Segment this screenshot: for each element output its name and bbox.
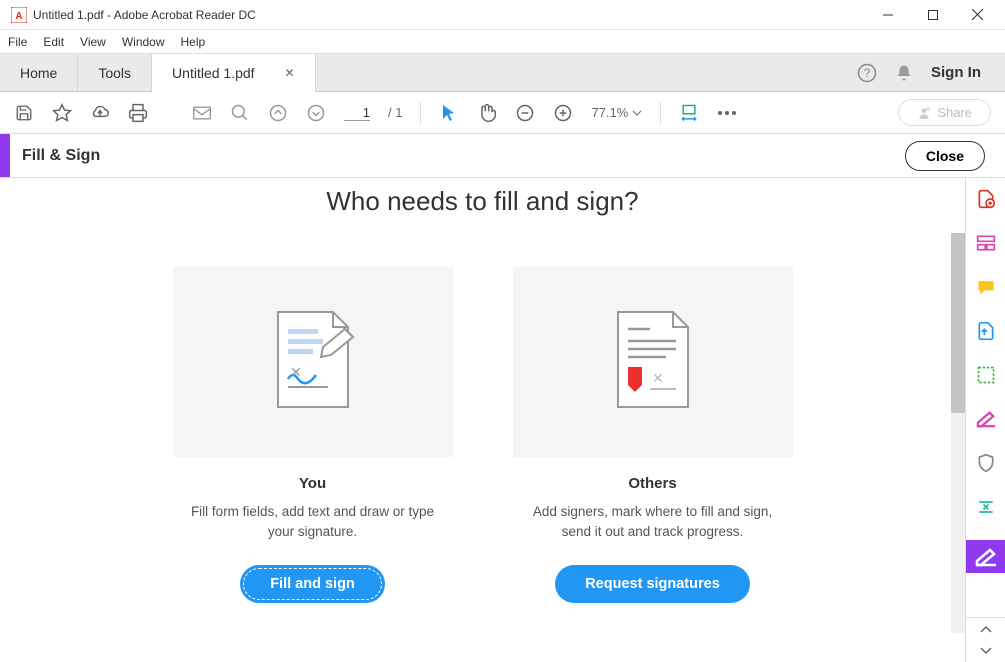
cloud-icon[interactable] [90,103,110,123]
tab-tools-label: Tools [98,65,131,81]
panel-up-icon[interactable] [966,618,1005,640]
request-signatures-button[interactable]: Request signatures [555,565,750,603]
fill-sign-title: Fill & Sign [10,147,905,165]
menu-help[interactable]: Help [181,35,206,49]
tool-organize-icon[interactable] [974,232,998,254]
tool-protect-icon[interactable] [974,452,998,474]
tool-edit-icon[interactable] [974,408,998,430]
minimize-button[interactable] [865,0,910,30]
email-icon[interactable] [192,103,212,123]
maximize-button[interactable] [910,0,955,30]
hand-tool-icon[interactable] [477,103,497,123]
menu-file[interactable]: File [8,35,27,49]
tool-comment-icon[interactable] [974,276,998,298]
tab-tools[interactable]: Tools [78,54,152,91]
tab-document-label: Untitled 1.pdf [172,65,255,81]
vertical-scrollbar[interactable] [951,233,965,633]
tab-home-label: Home [20,65,57,81]
accent-bar [0,134,10,177]
tool-fill-sign-icon[interactable] [966,540,1005,573]
close-window-button[interactable] [955,0,1000,30]
card-you-title: You [185,475,441,492]
page-number-input[interactable] [344,105,370,121]
card-others: ✕ Others Add signers, mark where to fill… [513,267,793,627]
svg-text:A: A [15,11,22,22]
fit-width-icon[interactable] [679,103,699,123]
tool-compress-icon[interactable] [974,496,998,518]
panel-nav-arrows [966,617,1005,662]
fill-and-sign-button[interactable]: Fill and sign [240,565,385,603]
scrollbar-thumb[interactable] [951,233,965,413]
tab-document[interactable]: Untitled 1.pdf ✕ [152,54,316,92]
tab-close-icon[interactable]: ✕ [285,66,295,80]
close-panel-button[interactable]: Close [905,141,985,171]
help-icon[interactable]: ? [857,63,877,83]
window-titlebar: A Untitled 1.pdf - Adobe Acrobat Reader … [0,0,1005,30]
page-heading: Who needs to fill and sign? [0,186,965,217]
notifications-icon[interactable] [895,64,913,82]
svg-text:✕: ✕ [290,364,302,380]
card-you-desc: Fill form fields, add text and draw or t… [185,502,441,543]
fill-sign-header: Fill & Sign Close [0,134,1005,178]
svg-text:?: ? [864,66,871,80]
app-icon: A [11,7,27,23]
save-icon[interactable] [14,103,34,123]
card-you: ✕ You Fill form fields, add text and dra… [173,267,453,627]
illustration-others: ✕ [513,267,793,457]
menu-edit[interactable]: Edit [43,35,64,49]
zoom-out-icon[interactable] [515,103,535,123]
page-down-icon[interactable] [306,103,326,123]
menu-window[interactable]: Window [122,35,165,49]
page-total-label: / 1 [388,105,402,120]
right-tool-strip [965,178,1005,662]
page-up-icon[interactable] [268,103,288,123]
menu-bar: File Edit View Window Help [0,30,1005,54]
zoom-in-icon[interactable] [553,103,573,123]
window-title: Untitled 1.pdf - Adobe Acrobat Reader DC [33,8,865,22]
share-button[interactable]: Share [898,99,991,126]
svg-text:✕: ✕ [652,370,664,386]
tool-measure-icon[interactable] [974,364,998,386]
star-icon[interactable] [52,103,72,123]
sign-in-button[interactable]: Sign In [931,64,981,81]
zoom-value: 77.1% [591,105,628,120]
more-tools-icon[interactable] [717,103,737,123]
panel-down-icon[interactable] [966,640,1005,662]
tab-bar: Home Tools Untitled 1.pdf ✕ ? Sign In [0,54,1005,92]
tool-share-file-icon[interactable] [974,320,998,342]
tool-create-pdf-icon[interactable] [974,188,998,210]
card-others-title: Others [525,475,781,492]
zoom-level-dropdown[interactable]: 77.1% [591,105,642,120]
share-label: Share [937,105,972,120]
illustration-you: ✕ [173,267,453,457]
select-tool-icon[interactable] [439,103,459,123]
card-others-desc: Add signers, mark where to fill and sign… [525,502,781,543]
print-icon[interactable] [128,103,148,123]
tab-home[interactable]: Home [0,54,78,91]
search-icon[interactable] [230,103,250,123]
menu-view[interactable]: View [80,35,106,49]
main-toolbar: / 1 77.1% Share [0,92,1005,134]
workspace: Who needs to fill and sign? ✕ [0,178,965,662]
